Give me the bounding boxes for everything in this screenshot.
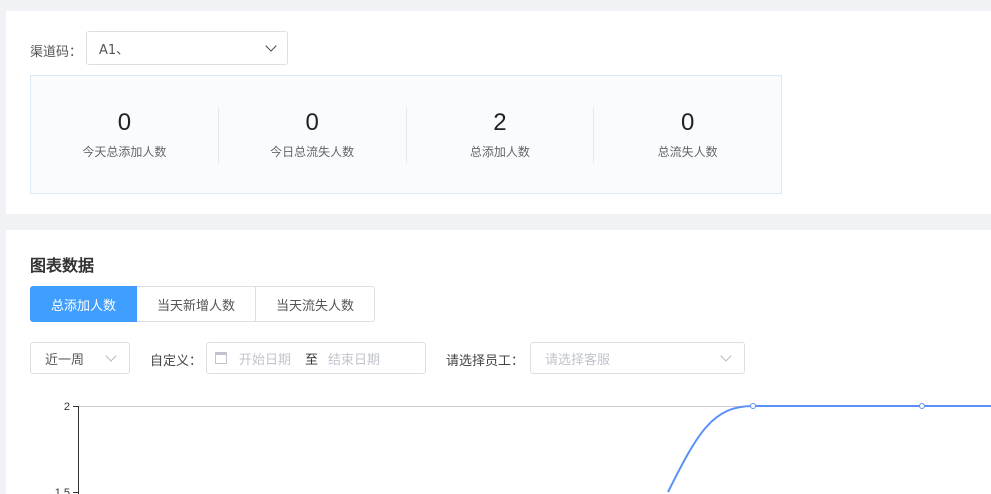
channel-label: 渠道码： [30, 45, 83, 60]
summary-card: 渠道码： A1、 0 今天总添加人数 0 今日总流失人数 2 总添加人数 0 总… [6, 11, 991, 214]
stat-label: 今天总添加人数 [82, 145, 167, 159]
stat-value: 0 [117, 109, 132, 136]
channel-select[interactable]: A1、 [86, 31, 288, 65]
stat-total-added: 2 总添加人数 [407, 106, 595, 163]
stat-value: 2 [493, 109, 507, 136]
stats-panel: 0 今天总添加人数 0 今日总流失人数 2 总添加人数 0 总流失人数 [30, 75, 782, 194]
stat-label: 总添加人数 [469, 145, 530, 159]
series-line [667, 405, 991, 493]
data-point [750, 403, 756, 409]
stat-today-lost: 0 今日总流失人数 [219, 106, 407, 163]
y-tick-label: 2 [64, 401, 70, 413]
y-tick-label: 1.5 [55, 487, 70, 494]
data-point [919, 403, 925, 409]
channel-select-value: A1、 [99, 42, 130, 58]
line-chart: 21.5 [55, 401, 991, 494]
stat-label: 今日总流失人数 [270, 145, 355, 159]
chart-card: 图表数据 总添加人数 当天新增人数 当天流失人数 近一周 自定义： 开始日期 至… [6, 230, 991, 494]
stat-value: 0 [680, 109, 695, 136]
stat-label: 总流失人数 [657, 145, 718, 159]
stat-today-added: 0 今天总添加人数 [31, 106, 219, 163]
chevron-down-icon [265, 40, 277, 52]
stat-total-lost: 0 总流失人数 [594, 107, 781, 163]
stat-value: 0 [305, 109, 319, 136]
